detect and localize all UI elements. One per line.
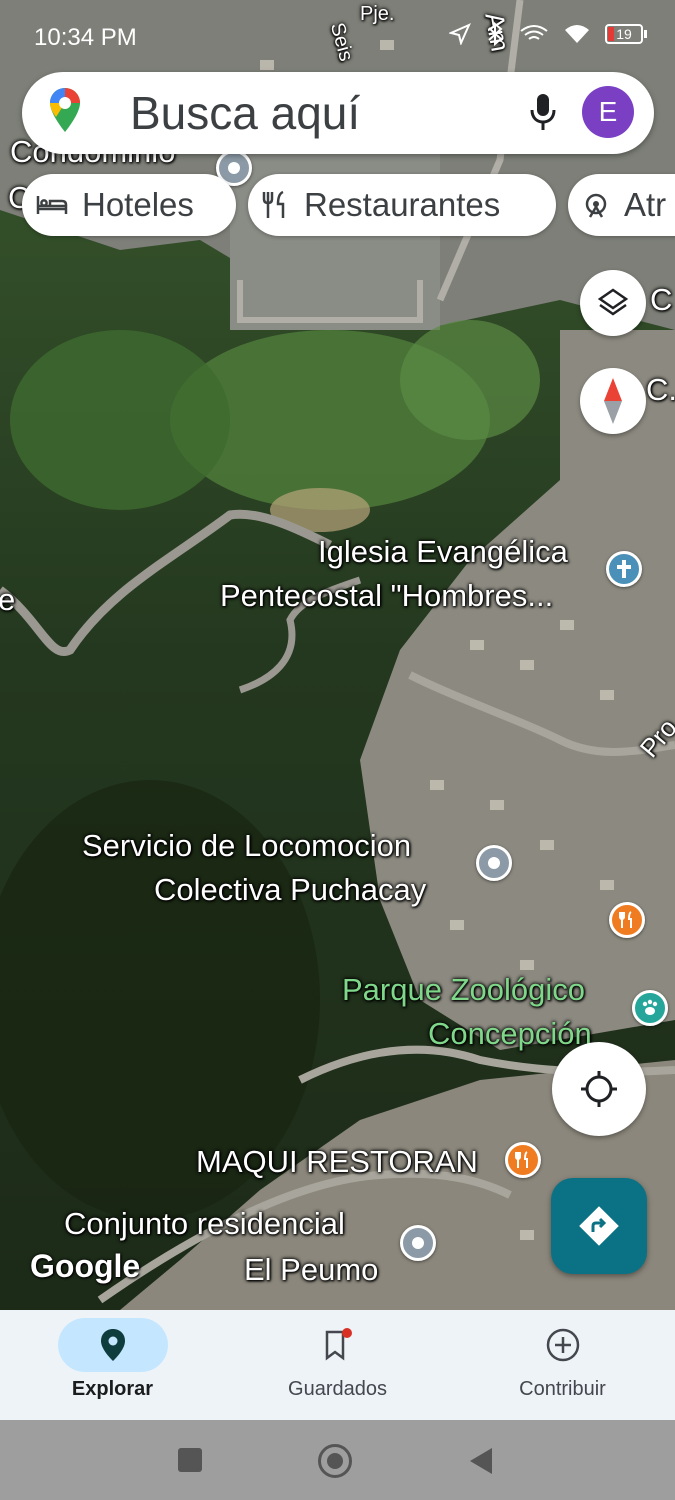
compass-icon [604,378,622,424]
layers-icon [597,288,629,316]
map-label-servicio-line2[interactable]: Colectiva Puchacay [154,868,426,912]
google-maps-logo-icon [50,88,80,132]
wifi-icon [565,25,589,43]
layers-button[interactable] [580,270,646,336]
status-icons: 19 [449,22,647,46]
directions-button[interactable] [551,1178,647,1274]
nav-label: Guardados [288,1378,387,1400]
nav-icon-container [283,1318,393,1372]
compass-button[interactable] [580,368,646,434]
battery-level: 19 [616,26,632,42]
map-label-side-c1: C [650,282,673,317]
map-label-parque-line1[interactable]: Parque Zoológico [342,968,585,1012]
fork-knife-icon [619,911,632,928]
bottom-navigation: Explorar Guardados Contribuir [0,1310,675,1420]
system-navigation-bar [0,1420,675,1500]
restaurant-pin-maqui[interactable] [505,1142,541,1178]
nav-explorar[interactable]: Explorar [0,1310,225,1420]
map-label-maqui[interactable]: MAQUI RESTORAN [196,1140,478,1184]
transit-pin[interactable] [476,845,512,881]
add-circle-icon [546,1328,580,1362]
map-label-conjunto-line2[interactable]: El Peumo [244,1248,378,1292]
zoo-pin[interactable] [632,990,668,1026]
fork-knife-icon [515,1151,528,1168]
map-label-iglesia-line2[interactable]: Pentecostal "Hombres... [220,574,553,618]
search-input[interactable]: Busca aquí [130,86,360,140]
chip-atracciones[interactable]: Atr [568,174,675,236]
map-label-iglesia-line1[interactable]: Iglesia Evangélica [318,530,568,574]
chip-label: Atr [624,186,667,223]
chip-restaurantes[interactable]: Restaurantes [248,174,556,236]
home-button[interactable] [318,1444,352,1478]
map-label-parque-line2[interactable]: Concepción [428,1012,592,1056]
chip-hoteles[interactable]: Hoteles [22,174,236,236]
crosshair-icon [581,1071,617,1107]
bluetooth-icon [488,22,503,46]
location-arrow-icon [449,23,471,45]
map-label-servicio-line1[interactable]: Servicio de Locomocion [82,824,411,868]
nav-icon-container [58,1318,168,1372]
search-bar[interactable]: Busca aquí E [22,72,654,154]
status-time: 10:34 PM [34,24,137,51]
home-dot-icon [327,1453,343,1469]
status-bar: 10:34 PM 19 [0,20,675,58]
nav-contribuir[interactable]: Contribuir [450,1310,675,1420]
bookmark-icon [325,1328,352,1361]
cross-icon [617,560,631,578]
directions-icon [579,1206,619,1246]
nav-icon-container [508,1318,618,1372]
map-label-conjunto-line1[interactable]: Conjunto residencial [64,1202,345,1246]
fork-knife-icon [262,190,285,218]
my-location-button[interactable] [552,1042,646,1136]
bed-icon [36,196,68,214]
residential-pin[interactable] [400,1225,436,1261]
battery-icon: 19 [605,24,647,44]
location-pin-icon [101,1329,125,1361]
nav-label: Contribuir [519,1378,606,1400]
microphone-icon[interactable] [528,92,558,134]
wifi-calling-icon [520,25,548,40]
chip-label: Restaurantes [304,186,501,223]
map-label-side-c2: C. [646,372,675,407]
chip-label: Hoteles [82,186,194,223]
pin-dot-icon [412,1237,424,1249]
back-button[interactable] [468,1446,494,1476]
church-pin[interactable] [606,551,642,587]
nav-guardados[interactable]: Guardados [225,1310,450,1420]
pin-dot-icon [228,162,240,174]
nav-label: Explorar [71,1378,154,1400]
pin-dot-icon [488,857,500,869]
attractions-icon [585,193,607,218]
recents-button[interactable] [178,1448,202,1472]
account-avatar[interactable]: E [582,86,634,138]
google-logo: Google [30,1248,141,1284]
paw-icon [642,999,658,1015]
map-label-partial-e: e [0,582,16,617]
restaurant-pin-right[interactable] [609,902,645,938]
